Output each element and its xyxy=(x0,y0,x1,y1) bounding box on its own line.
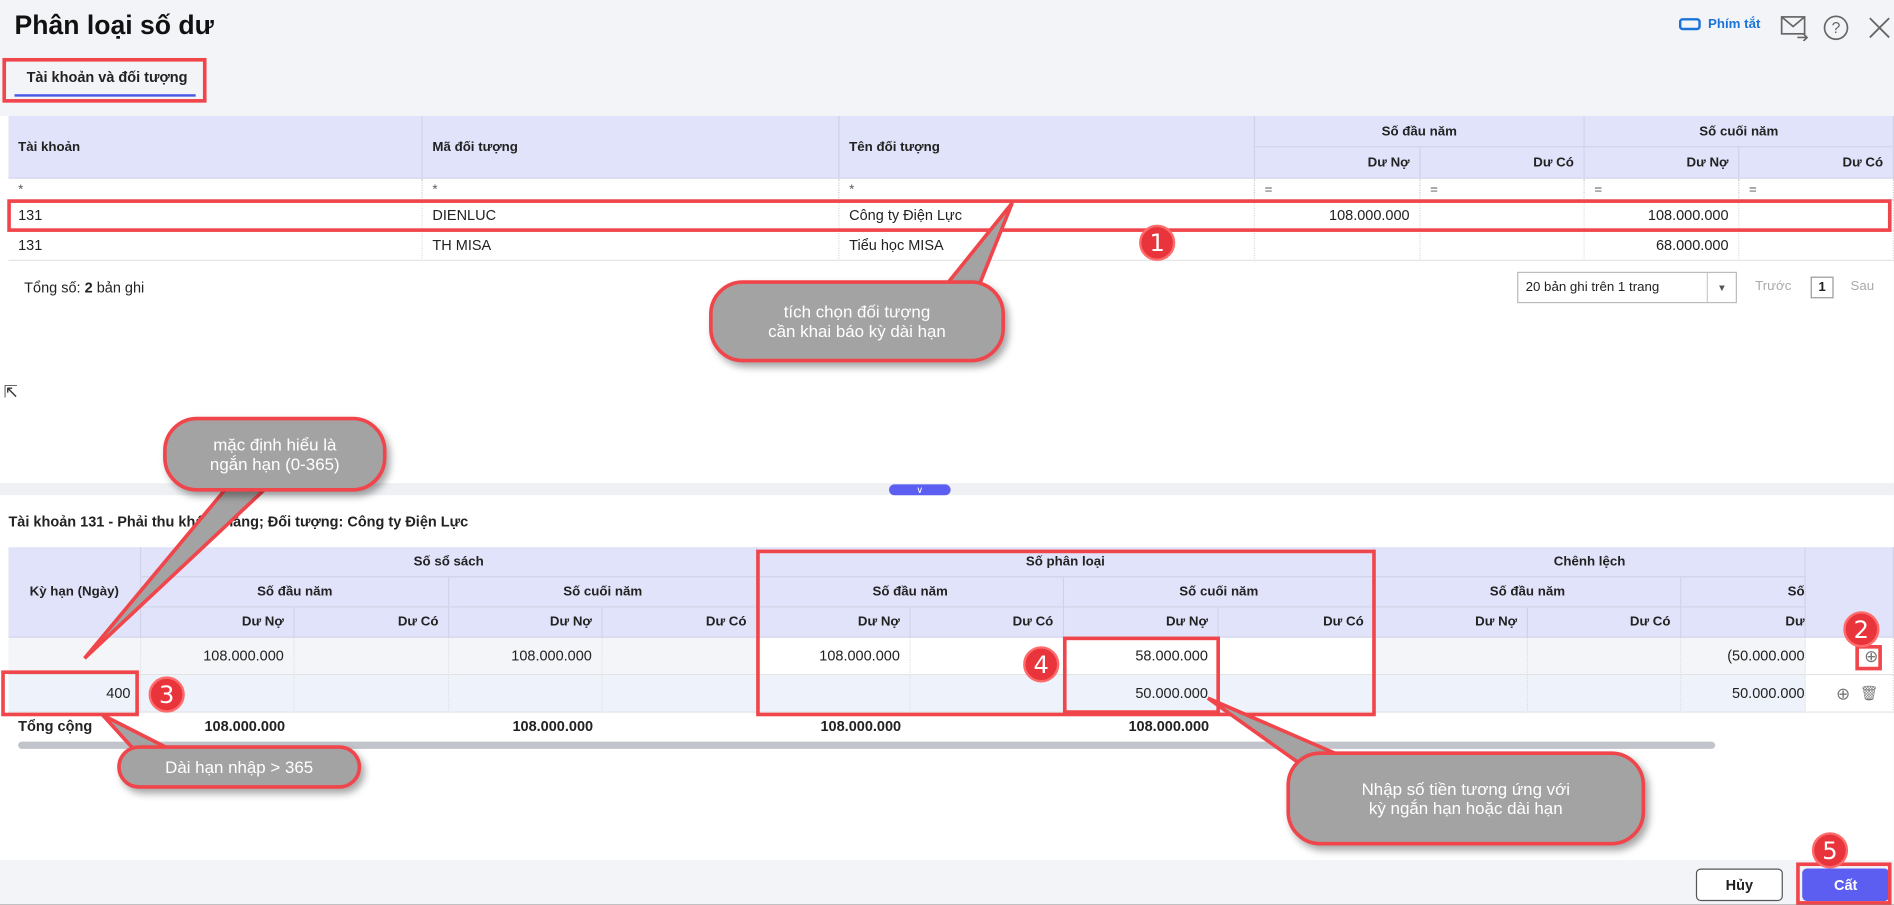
step-badge-4: 4 xyxy=(1023,646,1060,683)
callout-amount: Nhập số tiền tương ứng với kỳ ngắn hạn h… xyxy=(1286,751,1646,846)
dialog: Phân loại số dư Phím tắt ? Tài khoản và … xyxy=(0,0,1894,905)
callout-default: mặc định hiểu là ngắn hạn (0-365) xyxy=(163,416,387,492)
step-badge-2: 2 xyxy=(1843,611,1880,648)
callout-select: tích chọn đối tượng cần khai báo kỳ dài … xyxy=(709,280,1005,363)
callout-long: Dài hạn nhập > 365 xyxy=(117,745,362,789)
step-badge-3: 3 xyxy=(148,676,185,713)
step-badge-1: 1 xyxy=(1139,224,1176,261)
callout-tail-default xyxy=(83,475,283,660)
step-badge-5: 5 xyxy=(1811,832,1849,869)
